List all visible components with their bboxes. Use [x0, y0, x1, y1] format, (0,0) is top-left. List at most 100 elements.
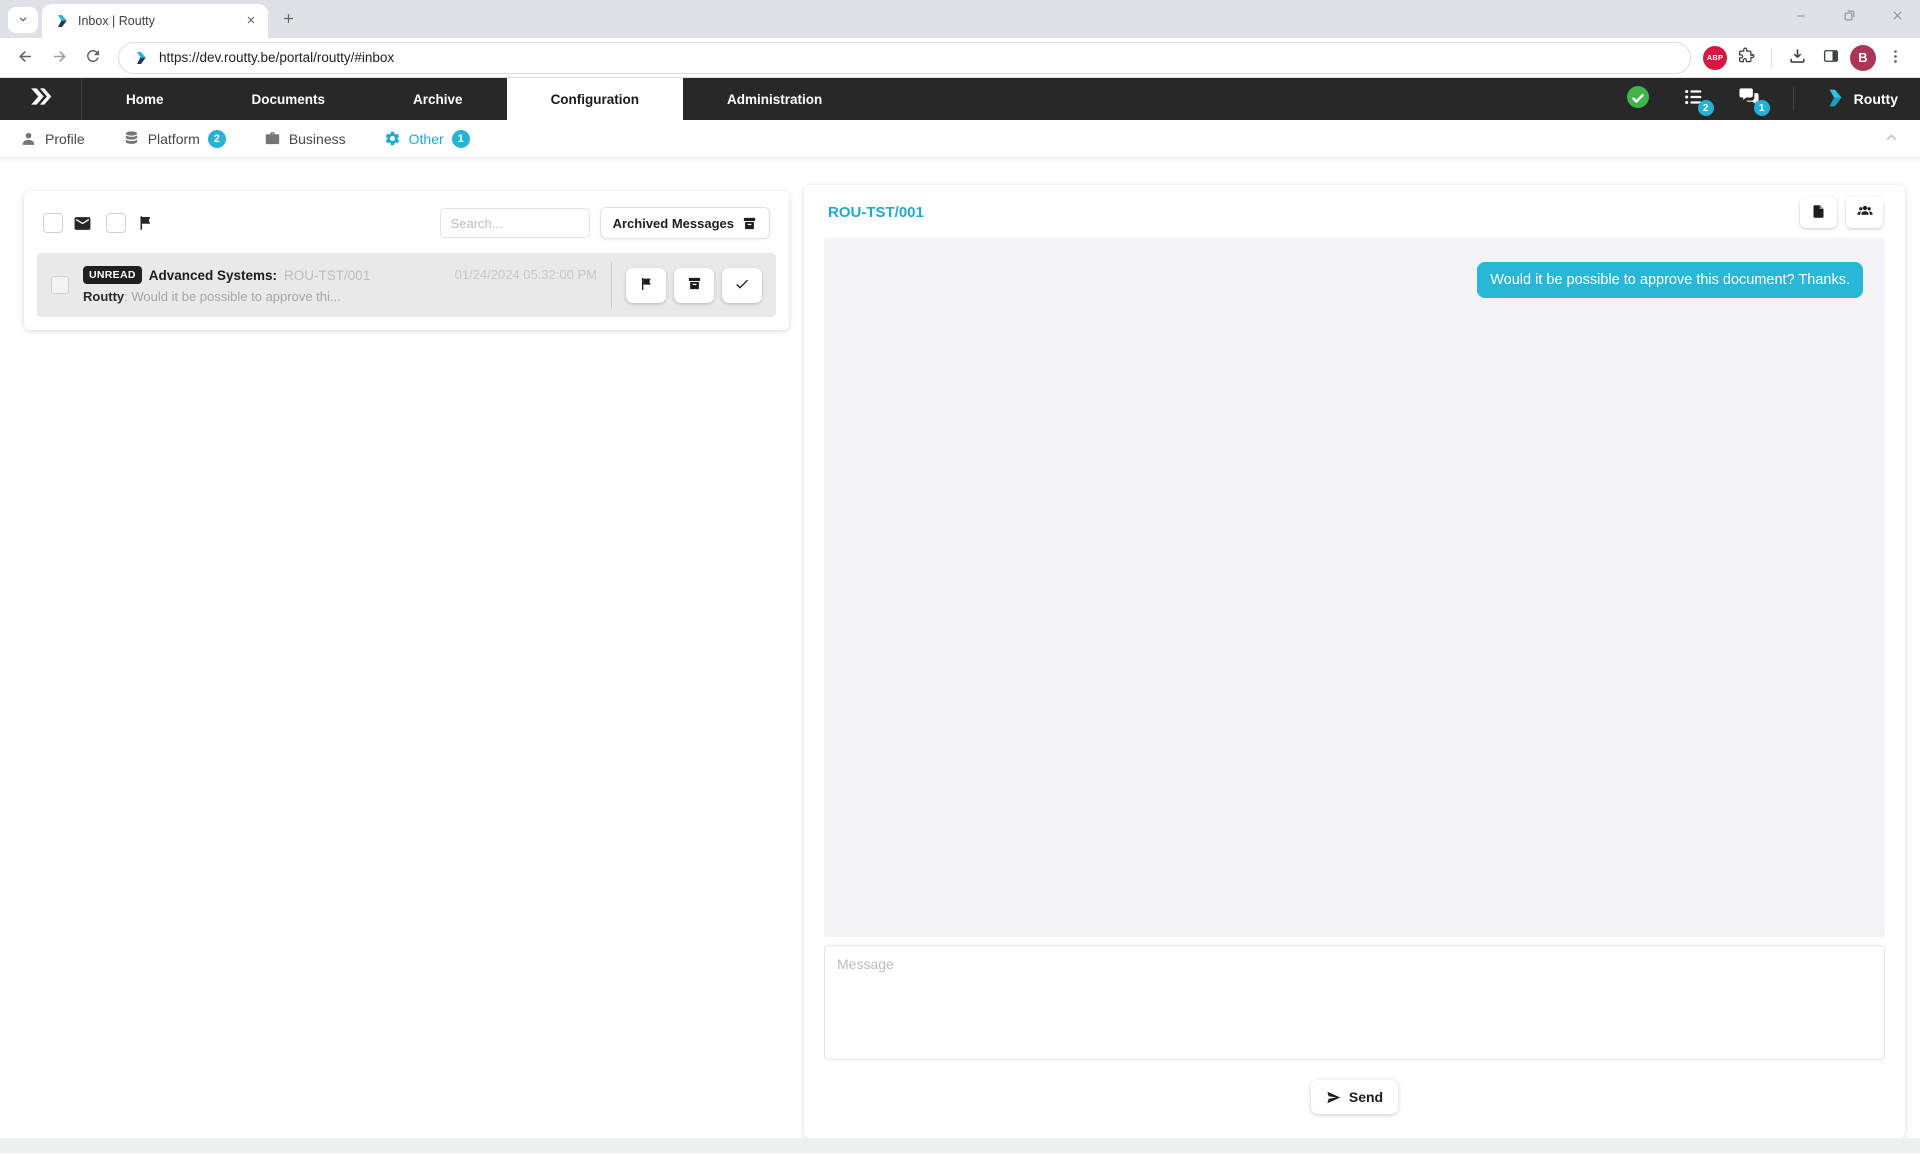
browser-tab-inbox[interactable]: Inbox | Routty [42, 4, 268, 38]
nav-item-administration[interactable]: Administration [683, 78, 866, 120]
subnav-item-business[interactable]: Business [264, 130, 346, 147]
close-icon [1890, 8, 1905, 26]
nav-item-home[interactable]: Home [82, 78, 208, 120]
gear-icon [384, 130, 401, 147]
message-reference: ROU-TST/001 [284, 268, 370, 283]
subnav-item-profile[interactable]: Profile [20, 130, 85, 147]
select-all-read-checkbox[interactable] [43, 213, 63, 233]
conversation-title: ROU-TST/001 [828, 204, 1800, 221]
url-bar[interactable]: https://dev.routty.be/portal/routty/#inb… [118, 42, 1691, 74]
browser-profile-avatar[interactable]: B [1850, 45, 1876, 71]
arrow-right-icon [50, 47, 69, 69]
platform-count-badge: 2 [208, 130, 226, 148]
briefcase-icon [264, 130, 281, 147]
routty-bolt-icon [1824, 87, 1846, 112]
close-window-button[interactable] [1884, 4, 1910, 30]
select-all-flag-checkbox[interactable] [106, 213, 126, 233]
preview-text: : Would it be possible to approve thi... [124, 289, 341, 304]
message-preview: Routty: Would it be possible to approve … [83, 289, 441, 304]
message-content: UNREAD Advanced Systems: ROU-TST/001 Rou… [83, 266, 441, 304]
nav-item-label: Home [126, 92, 164, 107]
status-ok-indicator[interactable] [1625, 86, 1651, 112]
participants-button[interactable] [1846, 197, 1883, 228]
nav-item-configuration[interactable]: Configuration [507, 78, 683, 120]
side-panel-button[interactable] [1816, 43, 1846, 73]
conversation-header: ROU-TST/001 [804, 185, 1905, 238]
adblock-label: ABP [1707, 53, 1723, 62]
subnav-item-other[interactable]: Other 1 [384, 130, 470, 148]
main-content: Archived Messages UNREAD Advanced System… [0, 158, 1920, 1138]
conversation-panel: ROU-TST/001 Would it be possible t [804, 185, 1905, 1138]
tasks-count-badge: 2 [1698, 100, 1714, 116]
row-divider [611, 262, 612, 308]
close-icon [245, 14, 257, 29]
side-panel-icon [1822, 47, 1840, 68]
check-icon [734, 276, 750, 295]
send-button[interactable]: Send [1311, 1080, 1398, 1114]
message-checkbox[interactable] [51, 276, 69, 294]
inbox-toolbar: Archived Messages [37, 203, 776, 253]
routty-favicon-icon [133, 50, 149, 66]
routty-favicon-icon [54, 13, 70, 29]
new-tab-button[interactable] [274, 6, 302, 34]
message-input[interactable] [824, 945, 1885, 1060]
archived-messages-button[interactable]: Archived Messages [600, 207, 770, 239]
chevron-down-icon [16, 12, 30, 29]
archive-message-button[interactable] [674, 268, 714, 303]
tab-close-button[interactable] [242, 12, 260, 30]
flag-icon[interactable] [136, 214, 154, 232]
nav-item-label: Configuration [551, 92, 639, 107]
subnav-item-platform[interactable]: Platform 2 [123, 130, 226, 148]
envelope-icon[interactable] [73, 214, 92, 233]
app-nav: Home Documents Archive Configuration Adm… [0, 78, 1920, 120]
tasks-button[interactable]: 2 [1681, 86, 1707, 112]
chevron-up-icon [1883, 129, 1900, 149]
message-sender: Advanced Systems: [149, 268, 277, 283]
arrow-left-icon [16, 47, 35, 69]
nav-right: 2 1 Routty [1625, 78, 1920, 120]
app-logo[interactable] [0, 78, 82, 120]
browser-toolbar: https://dev.routty.be/portal/routty/#inb… [0, 38, 1920, 78]
puzzle-icon [1737, 47, 1755, 68]
minimize-icon [1794, 9, 1808, 26]
nav-item-label: Archive [413, 92, 463, 107]
subnav-item-label: Platform [148, 131, 200, 147]
archived-messages-label: Archived Messages [613, 216, 734, 231]
back-button[interactable] [10, 43, 40, 73]
reload-button[interactable] [78, 43, 108, 73]
subnav: Profile Platform 2 Business Other 1 [0, 120, 1920, 158]
subnav-collapse-button[interactable] [1883, 129, 1900, 149]
inbox-panel: Archived Messages UNREAD Advanced System… [24, 191, 789, 330]
person-icon [20, 130, 37, 147]
nav-item-documents[interactable]: Documents [208, 78, 370, 120]
other-count-badge: 1 [452, 130, 470, 148]
messages-button[interactable]: 1 [1737, 86, 1763, 112]
window-controls [1788, 4, 1910, 30]
paper-plane-icon [1326, 1090, 1341, 1105]
subnav-item-label: Other [409, 131, 444, 147]
unread-badge: UNREAD [83, 266, 142, 284]
reload-icon [84, 47, 102, 68]
restore-icon [1842, 8, 1857, 26]
database-icon [123, 130, 140, 147]
downloads-button[interactable] [1782, 43, 1812, 73]
send-label: Send [1349, 1089, 1383, 1105]
flag-message-button[interactable] [626, 268, 666, 303]
extensions-button[interactable] [1731, 43, 1761, 73]
restore-button[interactable] [1836, 4, 1862, 30]
minimize-button[interactable] [1788, 4, 1814, 30]
brand[interactable]: Routty [1824, 87, 1898, 112]
message-list-item[interactable]: UNREAD Advanced Systems: ROU-TST/001 Rou… [37, 253, 776, 317]
approve-message-button[interactable] [722, 268, 762, 303]
forward-button[interactable] [44, 43, 74, 73]
view-document-button[interactable] [1800, 197, 1837, 228]
users-group-icon [1856, 202, 1874, 223]
tab-search-button[interactable] [8, 7, 38, 33]
nav-item-archive[interactable]: Archive [369, 78, 507, 120]
browser-menu-button[interactable] [1880, 43, 1910, 73]
toolbar-separator [1771, 48, 1772, 68]
chat-message-bubble: Would it be possible to approve this doc… [1477, 262, 1863, 298]
subnav-item-label: Profile [45, 131, 85, 147]
adblock-extension-icon[interactable]: ABP [1703, 46, 1727, 70]
search-input[interactable] [440, 208, 590, 238]
